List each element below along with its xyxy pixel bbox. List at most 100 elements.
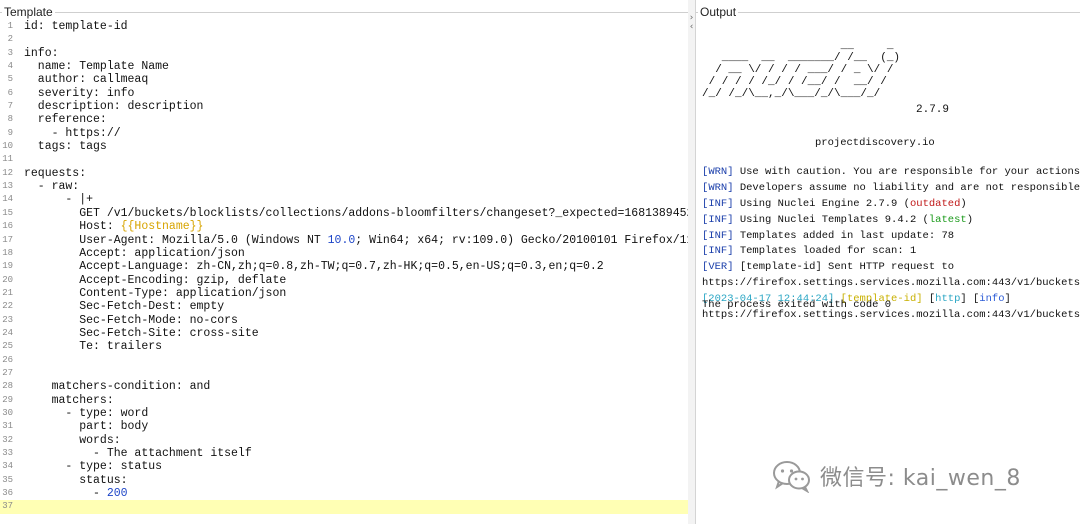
code-token: id: template-id <box>24 20 128 33</box>
output-console[interactable]: __ _ ____ __ _______/ /__ (_) / __ \/ / … <box>702 40 1080 321</box>
code-line[interactable]: 21 Content-Type: application/json <box>0 287 688 300</box>
template-pane-title: Template <box>2 5 55 19</box>
line-number: 36 <box>2 488 13 499</box>
code-line[interactable]: 32 words: <box>0 434 688 447</box>
code-token: tags: tags <box>24 140 107 154</box>
line-code: Content-Type: application/json <box>24 287 286 300</box>
code-line[interactable]: 35 status: <box>0 474 688 487</box>
process-exit-message: The process exited with code 0 <box>702 299 892 311</box>
code-token: - raw: <box>24 180 80 194</box>
log-token: WRN <box>708 166 728 178</box>
code-line[interactable]: 20 Accept-Encoding: gzip, deflate <box>0 274 688 287</box>
code-token: Host: <box>24 220 121 234</box>
line-code: description: description <box>24 100 204 114</box>
code-line[interactable]: 37 <box>0 500 688 514</box>
code-line[interactable]: 22 Sec-Fetch-Dest: empty <box>0 300 688 313</box>
code-line[interactable]: 7 description: description <box>0 100 688 113</box>
log-token: WRN <box>708 181 728 194</box>
code-line[interactable]: 23 Sec-Fetch-Mode: no-cors <box>0 314 688 327</box>
line-code: Sec-Fetch-Mode: no-cors <box>24 314 238 327</box>
code-line[interactable]: 16 Host: {{Hostname}} <box>0 220 688 233</box>
line-code: name: Template Name <box>24 60 169 73</box>
pane-splitter[interactable]: › ‹ <box>688 0 695 524</box>
line-code: words: <box>24 434 120 447</box>
code-line[interactable]: 13 - raw: <box>0 180 688 193</box>
output-pane-title: Output <box>698 5 739 19</box>
code-line[interactable]: 33 - The attachment itself <box>0 447 688 460</box>
code-line[interactable]: 19 Accept-Language: zh-CN,zh;q=0.8,zh-TW… <box>0 260 688 273</box>
log-token: outdated <box>909 197 961 210</box>
code-token: 10.0 <box>327 233 356 247</box>
code-line[interactable]: 29 matchers: <box>0 394 688 407</box>
code-line[interactable]: 14 - |+ <box>0 193 688 206</box>
code-line[interactable]: 15 GET /v1/buckets/blocklists/collection… <box>0 207 755 220</box>
line-number: 1 <box>7 21 13 31</box>
line-code: Te: trailers <box>24 340 162 353</box>
code-line[interactable]: 28 matchers-condition: and <box>0 380 688 393</box>
nuclei-version: 2.7.9 <box>916 104 950 116</box>
code-token: Accept: application/json <box>24 246 245 260</box>
code-line[interactable]: 31 part: body <box>0 420 688 433</box>
code-line[interactable]: 27 <box>0 367 688 380</box>
template-editor[interactable]: 1 id: template-id 2 3 info: 4 name: Template … <box>0 20 756 524</box>
code-line[interactable]: 1 id: template-id <box>0 20 688 33</box>
log-token: https://firefox.settings.services.mozill… <box>702 277 1080 290</box>
log-line: [WRN] Developers assume no liability and… <box>702 181 1080 197</box>
log-token: [ <box>922 293 936 306</box>
code-token: requests: <box>24 166 87 180</box>
output-pane: Output __ _ ____ __ _______/ /__ (_) / _… <box>695 0 1080 524</box>
code-line[interactable]: 9 - https:// <box>0 127 688 140</box>
code-line[interactable]: 10 tags: tags <box>0 140 688 153</box>
code-line[interactable]: 26 <box>0 354 688 367</box>
code-token: {{Hostname}} <box>120 220 204 234</box>
log-token: Using Nuclei Templates 9.4.2 ( <box>733 213 929 226</box>
line-code: matchers-condition: and <box>24 380 211 393</box>
code-line[interactable]: 36 - 200 <box>0 487 688 500</box>
code-line[interactable]: 18 Accept: application/json <box>0 247 688 260</box>
code-line[interactable]: 25 Te: trailers <box>0 340 688 353</box>
code-line[interactable]: 34 - type: status <box>0 460 688 473</box>
code-token: - type: status <box>24 460 163 474</box>
line-number: 37 <box>2 501 13 512</box>
code-token: Sec-Fetch-Mode: no-cors <box>24 313 238 327</box>
code-token: Sec-Fetch-Site: cross-site <box>24 326 259 340</box>
line-code: requests: <box>24 167 86 180</box>
log-token: [template-id] Sent HTTP request to <box>733 261 955 274</box>
line-number: 27 <box>2 367 13 378</box>
log-line: [INF] Using Nuclei Engine 2.7.9 (outdate… <box>702 197 1080 213</box>
nuclei-banner: __ _ ____ __ _______/ /__ (_) / __ \/ / … <box>702 40 1080 118</box>
code-line[interactable]: 5 author: callmeaq <box>0 73 688 86</box>
log-token: ] [ <box>960 293 980 306</box>
code-line[interactable]: 3 info: <box>0 47 688 60</box>
code-token: info: <box>24 46 59 60</box>
line-code: severity: info <box>24 87 135 100</box>
code-line[interactable]: 17 User-Agent: Mozilla/5.0 (Windows NT 1… <box>0 233 714 247</box>
line-number: 32 <box>2 434 13 445</box>
code-line[interactable]: 6 severity: info <box>0 87 688 100</box>
code-token: Accept-Language: zh-CN,zh;q=0.8,zh-TW;q=… <box>24 260 604 274</box>
template-pane: Template 1 id: template-id 2 3 info: 4 name: … <box>0 0 756 524</box>
code-line[interactable]: 2 <box>0 33 688 46</box>
code-line[interactable]: 4 name: Template Name <box>0 60 688 73</box>
code-line[interactable]: 24 Sec-Fetch-Site: cross-site <box>0 327 688 340</box>
line-number: 4 <box>7 61 13 72</box>
log-token: VER <box>708 261 728 274</box>
code-line[interactable]: 8 reference: <box>0 113 688 126</box>
code-token: Te: trailers <box>24 340 163 354</box>
line-number: 19 <box>2 261 13 272</box>
code-token: - |+ <box>24 193 94 207</box>
splitter-collapse-icon[interactable]: › ‹ <box>688 14 695 32</box>
code-token: description: description <box>24 100 204 114</box>
log-token: http <box>935 293 961 306</box>
line-number: 7 <box>7 101 13 112</box>
code-line[interactable]: 11 <box>0 153 688 166</box>
code-line[interactable]: 30 - type: word <box>0 407 688 420</box>
line-code: Accept-Encoding: gzip, deflate <box>24 274 286 287</box>
code-token: - https:// <box>24 126 121 140</box>
log-line: [WRN] Use with caution. You are responsi… <box>702 165 1080 181</box>
line-number: 17 <box>2 234 13 245</box>
nuclei-ascii-logo: __ _ ____ __ _______/ /__ (_) / __ \/ / … <box>702 40 901 100</box>
code-line[interactable]: 12 requests: <box>0 167 688 180</box>
line-code: - The attachment itself <box>24 447 252 460</box>
line-number: 34 <box>2 461 13 472</box>
